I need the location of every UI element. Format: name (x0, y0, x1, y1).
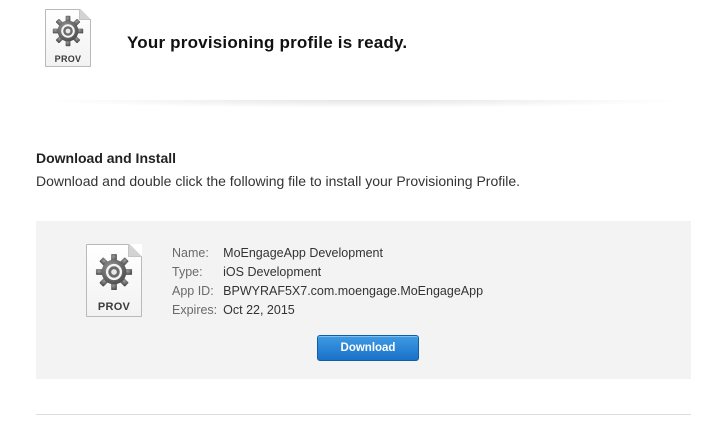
detail-row-type: Type: iOS Development (172, 265, 483, 284)
detail-row-expires: Expires: Oct 22, 2015 (172, 303, 483, 322)
download-button[interactable]: Download (317, 335, 419, 361)
page-title: Your provisioning profile is ready. (127, 33, 408, 52)
bottom-divider (36, 414, 691, 415)
detail-row-name: Name: MoEngageApp Development (172, 246, 483, 265)
detail-label: Name: (172, 246, 209, 260)
detail-row-app-id: App ID: BPWYRAF5X7.com.moengage.MoEngage… (172, 284, 483, 303)
gear-icon (52, 15, 84, 47)
detail-label: Type: (172, 265, 203, 279)
file-extension-label: PROV (97, 301, 131, 313)
detail-value: iOS Development (223, 265, 322, 279)
section-description: Download and double click the following … (36, 173, 521, 189)
detail-label: Expires: (172, 303, 218, 317)
detail-value: MoEngageApp Development (223, 246, 383, 260)
detail-value: Oct 22, 2015 (223, 303, 295, 317)
file-extension-label: PROV (54, 54, 82, 64)
provisioning-file-icon: PROV (86, 244, 142, 317)
gear-icon (95, 253, 133, 291)
section-heading: Download and Install (36, 150, 177, 166)
detail-value: BPWYRAF5X7.com.moengage.MoEngageApp (223, 284, 484, 298)
detail-label: App ID: (172, 284, 214, 298)
header-divider (36, 100, 691, 108)
profile-details: Name: MoEngageApp Development Type: iOS … (172, 246, 483, 322)
provisioning-file-icon: PROV (45, 9, 91, 67)
